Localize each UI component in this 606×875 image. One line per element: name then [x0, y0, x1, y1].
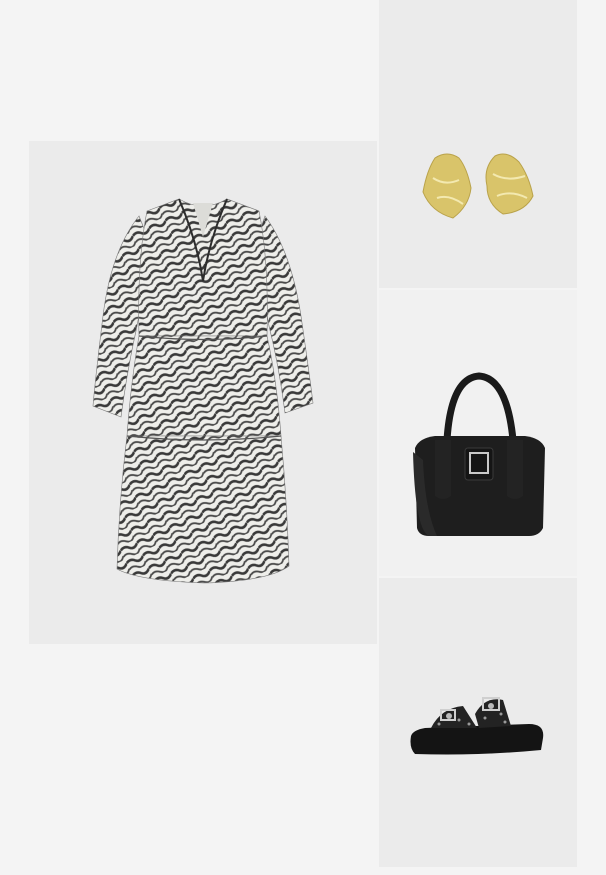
earrings-product-tile[interactable]	[379, 0, 577, 288]
black-studded-sandals-image	[410, 697, 544, 755]
zebra-print-dress-image	[92, 198, 314, 584]
dress-product-tile[interactable]	[29, 141, 377, 644]
gold-earrings-image	[422, 153, 534, 219]
handbag-product-tile[interactable]	[379, 290, 577, 576]
sandals-product-tile[interactable]	[379, 578, 577, 867]
black-handbag-image	[413, 372, 545, 536]
